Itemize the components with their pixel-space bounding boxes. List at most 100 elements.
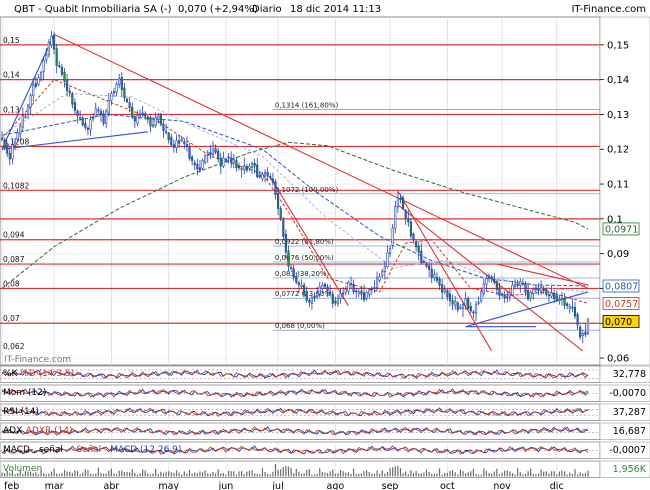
- y-tick-label: 0,12: [607, 145, 629, 156]
- volume-bar: [248, 470, 251, 477]
- volume-bar: [287, 466, 290, 477]
- volume-bar: [280, 469, 282, 477]
- x-tick-label: abr: [104, 481, 120, 490]
- volume-bar: [48, 473, 50, 477]
- volume-bar: [95, 473, 97, 477]
- volume-bar: [350, 473, 352, 477]
- volume-bar: [102, 473, 105, 477]
- volume-bar: [449, 470, 451, 477]
- volume-bar: [227, 470, 230, 477]
- indicator-label: Mom (12): [3, 388, 46, 398]
- volume-bar: [290, 467, 292, 477]
- volume-bar: [342, 471, 344, 477]
- indicator-label: %K: [3, 369, 19, 379]
- volume-bar: [108, 470, 110, 477]
- volume-bar: [326, 473, 329, 477]
- volume-bar: [394, 466, 396, 477]
- volume-bar: [423, 472, 425, 477]
- left-level-label: 0,1082: [3, 181, 29, 190]
- volume-bar: [188, 469, 191, 477]
- volume-bar: [196, 473, 198, 477]
- volume-bar: [121, 470, 123, 477]
- volume-bar: [259, 474, 261, 477]
- y-tick-label: 0,11: [607, 180, 629, 191]
- x-tick-label: ago: [327, 481, 345, 490]
- volume-bar: [267, 473, 269, 477]
- volume-bar: [415, 471, 417, 477]
- volume-bar: [243, 474, 245, 477]
- volume-bar: [535, 474, 537, 477]
- volume-bar: [339, 470, 342, 477]
- volume-bar: [530, 468, 532, 477]
- x-tick-label: sep: [382, 481, 399, 490]
- volume-bar: [105, 473, 107, 477]
- volume-bar: [246, 471, 248, 477]
- volume-bar: [152, 473, 154, 477]
- volume-bar: [230, 471, 232, 477]
- fib-label: 0,1314 (161,80%): [275, 102, 339, 110]
- price-badge: 0,0807: [605, 282, 638, 293]
- price-badge: 0,0971: [605, 224, 638, 235]
- volume-bar: [467, 472, 469, 477]
- volume-bar: [214, 473, 217, 477]
- volume-bar: [444, 472, 446, 477]
- volume-bar: [217, 469, 219, 477]
- watermark: IT-Finance.com: [4, 355, 71, 365]
- volume-bar: [571, 474, 573, 477]
- volume-bar: [58, 474, 60, 477]
- volume-bar: [402, 473, 404, 477]
- volume-bar: [392, 467, 394, 477]
- indicator-value: 37,287: [613, 407, 646, 418]
- volume-bar: [92, 474, 94, 477]
- volume-bar: [454, 472, 456, 477]
- volume-bar: [462, 471, 464, 477]
- main-price-panel: 0,1314 (161,80%)0,1072 (100,00%)0,0922 (…: [0, 16, 650, 366]
- volume-bar: [480, 474, 482, 477]
- volume-bar: [420, 473, 422, 477]
- volume-bar: [582, 473, 584, 477]
- volume-bar: [321, 472, 323, 477]
- left-level-label: 0,15: [3, 36, 20, 45]
- x-tick-label: may: [158, 481, 179, 490]
- volume-bar: [501, 472, 503, 477]
- fib-label: 0,1072 (100,00%): [275, 186, 339, 194]
- volume-bar: [368, 472, 370, 477]
- indicator-label: Volumen: [3, 464, 42, 474]
- volume-bar: [63, 469, 66, 477]
- x-tick-label: mar: [45, 481, 64, 490]
- volume-bar: [316, 473, 318, 477]
- volume-bar: [69, 471, 71, 477]
- fib-label: 0,0876 (50,00%): [275, 254, 334, 262]
- volume-bar: [540, 469, 542, 477]
- volume-bar: [563, 471, 566, 477]
- volume-bar: [261, 468, 264, 477]
- volume-bar: [545, 471, 547, 477]
- volume-bar: [251, 470, 253, 477]
- fib-label: 0,083 (38,20%): [275, 270, 330, 278]
- y-tick-label: 0,09: [607, 249, 629, 260]
- indicator-label: MACD-, señal: [3, 445, 63, 455]
- volume-bar: [235, 474, 237, 477]
- chart-canvas: QBT - Quabit Inmobiliaria SA (-) 0,070 (…: [0, 0, 650, 490]
- volume-bar: [410, 470, 412, 477]
- volume-bar: [412, 472, 415, 477]
- volume-bar: [37, 474, 40, 477]
- indicator-RSI: RSI (14) 37,287: [0, 403, 650, 421]
- volume-bar: [509, 471, 511, 477]
- volume-bar: [157, 473, 159, 477]
- volume-bar: [277, 469, 279, 477]
- volume-bar: [436, 473, 438, 477]
- volume-bar: [149, 474, 152, 477]
- left-level-label: 0,07: [3, 314, 20, 323]
- fib-label: 0,068 (0,00%): [275, 322, 325, 330]
- volume-bar: [558, 471, 560, 477]
- volume-bar: [485, 470, 488, 477]
- volume-bar: [373, 473, 376, 477]
- x-tick-label: feb: [4, 481, 19, 490]
- volume-bar: [293, 473, 295, 477]
- volume-bar: [524, 473, 527, 477]
- volume-bar: [254, 473, 256, 477]
- volume-bar: [584, 472, 586, 477]
- volume-bar: [569, 472, 571, 477]
- candle: [586, 317, 590, 336]
